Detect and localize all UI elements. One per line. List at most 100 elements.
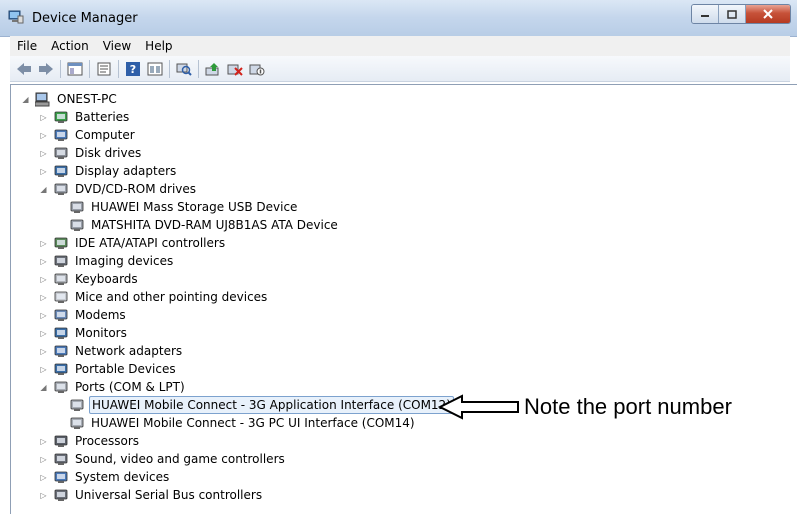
close-icon [763,9,773,19]
tree-item[interactable]: ▷ Processors [39,432,141,450]
tree-item[interactable]: HUAWEI Mobile Connect - 3G Application I… [55,396,454,414]
tree-item-label: Portable Devices [75,362,176,376]
tree-item[interactable]: ▷ Computer [39,126,137,144]
console-tree-icon [67,62,83,75]
port-device-icon [70,399,84,411]
mouse-icon [54,291,68,303]
menu-file[interactable]: File [10,36,44,56]
tree-item[interactable]: ▷ Keyboards [39,270,140,288]
back-arrow-icon [17,62,31,75]
tree-item[interactable]: ▷ Universal Serial Bus controllers [39,486,264,504]
tree-item-label: Monitors [75,326,127,340]
view-button[interactable] [145,59,165,79]
window-title: Device Manager [32,11,138,26]
tree-item[interactable]: ◢ DVD/CD-ROM drives [39,180,198,198]
disable-device-button[interactable] [247,59,267,79]
annotation-note: Note the port number [524,394,732,419]
update-driver-button[interactable] [203,59,223,79]
annotation-arrow-icon [438,394,519,420]
tree-expander-collapsed-icon[interactable]: ▷ [39,329,48,338]
disk-drive-icon [54,147,68,159]
tree-expander-collapsed-icon[interactable]: ▷ [39,167,48,176]
tree-item[interactable]: ▷ Batteries [39,108,131,126]
tree-item[interactable]: HUAWEI Mass Storage USB Device [55,198,299,216]
tree-expander-collapsed-icon[interactable]: ▷ [39,239,48,248]
forward-arrow-icon [39,62,53,75]
forward-button[interactable] [36,59,56,79]
toolbar-separator [169,59,170,78]
tree-expander-collapsed-icon[interactable]: ▷ [39,293,48,302]
tree-expander-expanded-icon[interactable]: ◢ [39,185,48,194]
tree-root[interactable]: ◢ ONEST-PC [21,90,119,108]
tree-expander-collapsed-icon[interactable]: ▷ [39,347,48,356]
help-icon: ? [126,61,140,76]
scan-hardware-icon [176,63,192,76]
battery-icon [54,111,68,123]
tree-item-label: HUAWEI Mass Storage USB Device [91,200,298,214]
tree-expander-collapsed-icon[interactable]: ▷ [39,437,48,446]
tree-expander-collapsed-icon[interactable]: ▷ [39,113,48,122]
tree-item[interactable]: ◢ Ports (COM & LPT) [39,378,187,396]
tree-expander-collapsed-icon[interactable]: ▷ [39,149,48,158]
tree-item[interactable]: ▷ Sound, video and game controllers [39,450,287,468]
tree-item[interactable]: HUAWEI Mobile Connect - 3G PC UI Interfa… [55,414,417,432]
tree-item[interactable]: ▷ IDE ATA/ATAPI controllers [39,234,227,252]
menu-bar: File Action View Help [10,36,790,56]
computer-icon [54,129,68,141]
toolbar: ? [10,56,790,82]
properties-button[interactable] [94,59,114,79]
window-controls [691,4,791,24]
tree-item-label: Universal Serial Bus controllers [75,488,263,502]
tree-item-label: Network adapters [75,344,183,358]
uninstall-icon [227,64,243,76]
tree-expander-collapsed-icon[interactable]: ▷ [39,455,48,464]
tree-item[interactable]: ▷ Disk drives [39,144,143,162]
tree-expander-collapsed-icon[interactable]: ▷ [39,311,48,320]
tree-item[interactable]: ▷ Imaging devices [39,252,175,270]
modem-icon [54,309,68,321]
tree-item-label: Sound, video and game controllers [75,452,285,466]
tree-item-label: IDE ATA/ATAPI controllers [75,236,226,250]
minimize-button[interactable] [692,5,718,23]
tree-item-label: Batteries [75,110,130,124]
tree-expander-collapsed-icon[interactable]: ▷ [39,131,48,140]
uninstall-button[interactable] [225,59,245,79]
tree-root-label: ONEST-PC [57,92,117,106]
back-button[interactable] [14,59,34,79]
tree-expander-expanded-icon[interactable]: ◢ [39,383,48,392]
tree-expander-collapsed-icon[interactable]: ▷ [39,491,48,500]
tree-item[interactable]: ▷ Monitors [39,324,129,342]
tree-item-label: Modems [75,308,126,322]
tree-expander-collapsed-icon[interactable]: ▷ [39,365,48,374]
tree-item[interactable]: ▷ System devices [39,468,171,486]
title-bar[interactable]: Device Manager [0,0,797,37]
tree-item-label: System devices [75,470,170,484]
menu-action[interactable]: Action [44,36,96,56]
tree-item[interactable]: ▷ Modems [39,306,128,324]
tree-item[interactable]: ▷ Portable Devices [39,360,178,378]
tree-item-label: Processors [75,434,140,448]
help-button[interactable]: ? [123,59,143,79]
scan-hardware-button[interactable] [174,59,194,79]
tree-item[interactable]: MATSHITA DVD-RAM UJ8B1AS ATA Device [55,216,340,234]
tree-item[interactable]: ▷ Network adapters [39,342,184,360]
tree-expander-collapsed-icon[interactable]: ▷ [39,473,48,482]
tree-item[interactable]: ▷ Display adapters [39,162,178,180]
toolbar-separator [60,59,61,78]
tree-expander-collapsed-icon[interactable]: ▷ [39,275,48,284]
tree-item-label: DVD/CD-ROM drives [75,182,197,196]
tree-expander-expanded-icon[interactable]: ◢ [21,95,30,104]
menu-help[interactable]: Help [138,36,179,56]
maximize-button[interactable] [718,5,745,23]
tree-item[interactable]: ▷ Mice and other pointing devices [39,288,269,306]
menu-view[interactable]: View [96,36,138,56]
computer-root-icon [35,92,50,107]
dvd-device-icon [70,201,84,213]
close-button[interactable] [745,5,790,23]
tree-expander-collapsed-icon[interactable]: ▷ [39,257,48,266]
maximize-icon [727,9,737,19]
imaging-device-icon [54,255,68,267]
show-hide-console-tree-button[interactable] [65,59,85,79]
